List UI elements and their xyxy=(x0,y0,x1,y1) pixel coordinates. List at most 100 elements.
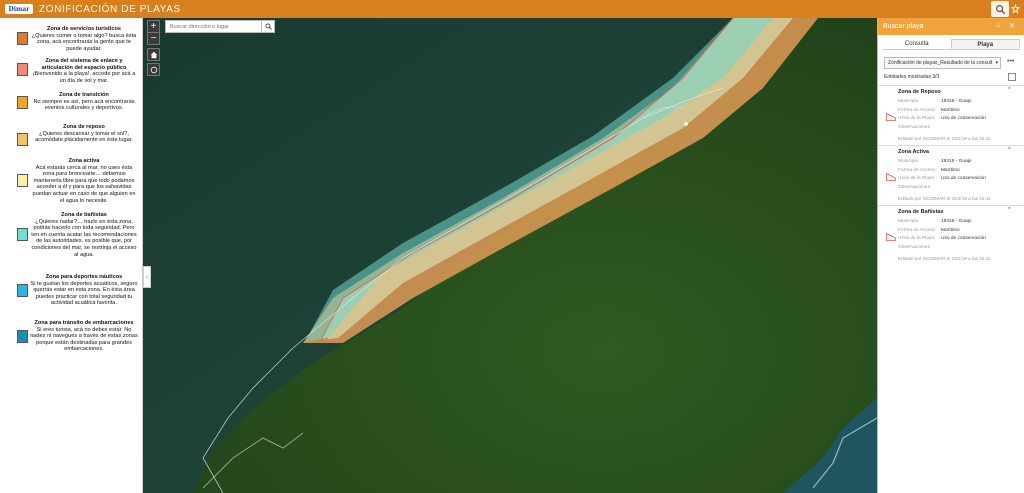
legend-swatch xyxy=(17,96,28,109)
legend-text: Zona de bañistas ¿Quieres nadar?… hazlo e… xyxy=(30,212,138,258)
list-view-icon[interactable] xyxy=(1008,73,1016,81)
search-icon xyxy=(995,4,1005,14)
legend-text: Zona de servicios turísticos ¿Quieres com… xyxy=(30,26,138,52)
field-value: Marítimo xyxy=(941,107,960,113)
app-header: Dimar ZONIFICACIÓN DE PLAYAS xyxy=(0,0,1024,18)
legend-title: Zona para deportes náuticos xyxy=(45,274,123,280)
zoom-out-button[interactable]: − xyxy=(147,32,160,45)
polygon-icon xyxy=(886,173,896,181)
card-field-acceso: Forma de Acceso Marítimo xyxy=(898,227,960,233)
entities-count: Entidades mostradas 3/3 xyxy=(884,74,940,80)
card-field-acceso: Forma de Acceso Marítimo xyxy=(898,107,960,113)
locate-icon xyxy=(150,66,157,73)
field-value: 19318 - Guapi xyxy=(941,219,972,224)
map-marker xyxy=(684,122,688,126)
field-label: Municipio xyxy=(898,99,919,104)
map-search-button[interactable] xyxy=(261,20,274,33)
legend-title: Zona de servicios turísticos xyxy=(47,26,121,32)
card-field-municipio: Municipio 19318 - Guapi xyxy=(898,159,971,164)
field-label: Usos de la Playa xyxy=(898,236,934,241)
legend-text: Zona para deportes náuticos Si te gustan … xyxy=(30,274,138,307)
result-card[interactable]: Zona de Bañistas ^ Municipio 19318 - Guapi F… xyxy=(878,205,1024,263)
chevron-up-icon[interactable]: ^ xyxy=(1008,207,1011,213)
field-value: 19318 - Guapi xyxy=(941,159,972,164)
legend-title: Zona para tránsito de embarcaciones xyxy=(34,320,134,326)
layers-icon xyxy=(1010,3,1020,14)
field-label: Usos de la Playa xyxy=(898,116,934,121)
collapse-legend-handle[interactable]: ‹ xyxy=(143,266,151,288)
field-value: Marítimo xyxy=(941,227,960,233)
home-icon xyxy=(150,51,157,58)
field-value: Marítimo xyxy=(941,167,960,173)
legend-swatch xyxy=(17,133,28,146)
legend-text: Zona activa Acá estarás cerca al mar, no … xyxy=(30,158,138,204)
legend-description: Si eres turista, acá no debes estar. No … xyxy=(30,326,138,353)
chevron-down-icon: ▾ xyxy=(995,60,998,66)
legend-title: Zona activa xyxy=(68,158,100,164)
map-search xyxy=(165,20,275,33)
map-canvas xyxy=(143,18,877,493)
legend-text: Zona para tránsito de embarcaciones Si er… xyxy=(30,320,138,353)
result-card[interactable]: Zona de Reposo ^ Municipio 19318 - Guapi For… xyxy=(878,85,1024,143)
field-value: Uso de conservación xyxy=(941,116,986,121)
card-field-usos: Usos de la Playa Uso de conservación xyxy=(898,176,986,181)
app-title: ZONIFICACIÓN DE PLAYAS xyxy=(39,3,181,15)
legend-title: Zona de transición xyxy=(59,92,109,98)
card-title: Zona Activa xyxy=(898,149,929,155)
map-view[interactable]: + − ‹ xyxy=(143,18,877,493)
legend-panel: Zona de servicios turísticos ¿Quieres com… xyxy=(0,18,143,493)
legend-swatch xyxy=(17,330,28,343)
polygon-icon xyxy=(886,233,896,241)
card-field-acceso: Forma de Acceso Marítimo xyxy=(898,167,960,173)
chevron-up-icon[interactable]: ^ xyxy=(1008,147,1011,153)
tab-consulta[interactable]: Consulta xyxy=(883,39,951,49)
card-field-municipio: Municipio 19318 - Guapi xyxy=(898,219,971,224)
field-label: Observaciones xyxy=(898,184,930,190)
result-card[interactable]: Zona Activa ^ Municipio 19318 - Guapi Forma … xyxy=(878,145,1024,203)
legend-swatch xyxy=(17,63,28,76)
field-value: Uso de conservación xyxy=(941,176,986,181)
chevron-up-icon[interactable]: ^ xyxy=(1008,87,1011,93)
legend-swatch xyxy=(17,32,28,45)
legend-description: ¿Quieres descansar y tomar el sol?, acom… xyxy=(35,130,133,144)
field-label: Forma de Acceso xyxy=(898,227,936,233)
card-field-usos: Usos de la Playa Uso de conservación xyxy=(898,116,986,121)
search-icon xyxy=(265,23,272,30)
field-label: Forma de Acceso xyxy=(898,167,936,173)
legend-text: Zona de transición No siempre es así, per… xyxy=(30,92,138,112)
legend-text: Zona del sistema de enlace y articulació… xyxy=(30,58,138,84)
legend-description: ¿Quieres nadar?… hazlo en ésta zona, pod… xyxy=(31,218,137,258)
legend-title: Zona de reposo xyxy=(63,124,105,130)
legend-title: Zona del sistema de enlace y articulació… xyxy=(41,58,127,71)
card-title: Zona de Bañistas xyxy=(898,209,944,215)
search-beach-panel: Buscar playa ⌂ ✕ Consulta Playa Zonifica… xyxy=(877,18,1024,493)
field-label: Municipio xyxy=(898,219,919,224)
panel-tabs: Consulta Playa xyxy=(883,39,1020,50)
layer-select[interactable]: Zonificación de playas_Resultado de la c… xyxy=(884,57,1001,69)
field-label: Forma de Acceso xyxy=(898,107,936,113)
field-label: Observaciones xyxy=(898,244,930,250)
layers-widget-button[interactable] xyxy=(1006,1,1024,17)
panel-header: Buscar playa ⌂ ✕ xyxy=(878,18,1024,35)
edited-note: Editado por SIGDIMAR el 15/4/19 a las 16… xyxy=(898,136,991,141)
polygon-icon xyxy=(886,113,896,121)
close-icon[interactable]: ✕ xyxy=(1009,22,1015,30)
minimize-icon[interactable]: ⌂ xyxy=(996,22,1000,29)
legend-description: ¡Bienvenido a la playa!, accede por acá … xyxy=(32,71,136,84)
home-button[interactable] xyxy=(147,48,160,61)
legend-text: Zona de reposo ¿Quieres descansar y tomar… xyxy=(30,124,138,144)
legend-description: ¿Quieres comer o tomar algo? busca ésta … xyxy=(31,32,137,52)
address-search-input[interactable] xyxy=(166,21,261,32)
legend-description: No siempre es así, pero acá encontrarás … xyxy=(33,98,135,112)
dimar-logo: Dimar xyxy=(5,4,33,14)
more-options-button[interactable]: ••• xyxy=(1007,58,1014,65)
card-field-observaciones: Observaciones xyxy=(898,185,930,190)
legend-description: Si te gustan los deportes acuáticos, seg… xyxy=(30,280,138,307)
card-field-observaciones: Observaciones xyxy=(898,125,930,130)
field-value: Uso de conservación xyxy=(941,236,986,241)
card-field-usos: Usos de la Playa Uso de conservación xyxy=(898,236,986,241)
locate-button[interactable] xyxy=(147,63,160,76)
tab-playa[interactable]: Playa xyxy=(950,39,1020,49)
card-field-observaciones: Observaciones xyxy=(898,245,930,250)
panel-title: Buscar playa xyxy=(883,23,924,30)
